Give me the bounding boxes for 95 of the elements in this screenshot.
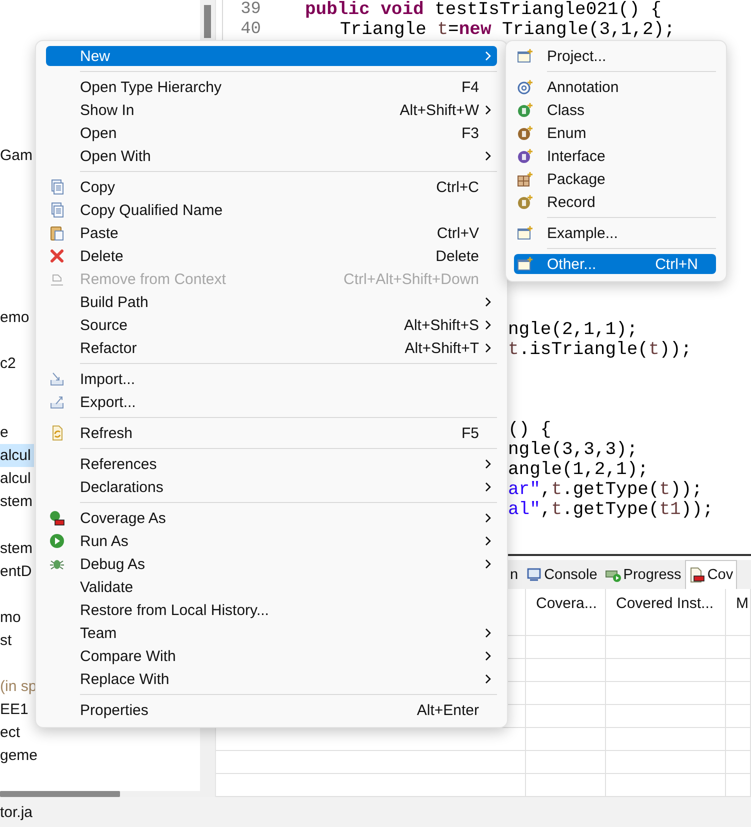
scrollbar-thumb[interactable]: [0, 790, 120, 797]
code-line: Triangle t=new Triangle(3,1,2);: [340, 20, 675, 40]
code-line: angle(1,2,1);: [508, 460, 648, 480]
tree-item[interactable]: emo: [0, 306, 34, 329]
coverage-icon: [49, 510, 65, 526]
tree-item[interactable]: stem: [0, 490, 34, 514]
tree-item[interactable]: e: [0, 421, 34, 444]
menu-item[interactable]: Package: [514, 169, 716, 189]
scrollbar-thumb[interactable]: [204, 5, 211, 38]
menu-item[interactable]: Export...: [46, 392, 497, 412]
menu-item[interactable]: Team: [46, 623, 497, 643]
tree-item[interactable]: stem: [0, 536, 34, 560]
class-icon: [517, 102, 533, 118]
menu-item[interactable]: Build Path: [46, 292, 497, 312]
menu-item[interactable]: Open Type Hierarchy F4: [46, 77, 497, 97]
tree-item[interactable]: alcul: [0, 444, 34, 468]
tree-item[interactable]: Gam: [0, 144, 34, 168]
interface-icon: [517, 148, 533, 164]
menu-item[interactable]: Compare With: [46, 646, 497, 666]
menu-item[interactable]: Declarations: [46, 477, 497, 497]
menu-item[interactable]: Debug As: [46, 554, 497, 574]
run-icon: [49, 533, 65, 549]
package-icon: [517, 171, 533, 187]
console-icon: [526, 567, 542, 583]
record-icon: [517, 194, 533, 210]
code-line: ar",t.getType(t));: [508, 480, 702, 500]
table-cell: [726, 659, 751, 682]
menu-item[interactable]: Source Alt+Shift+S: [46, 315, 497, 335]
menu-item[interactable]: Show In Alt+Shift+W: [46, 100, 497, 120]
panel-tab[interactable]: Console: [522, 560, 602, 589]
code-line: () {: [508, 420, 552, 440]
panel-tab[interactable]: n: [506, 560, 522, 589]
new-window-icon: [517, 225, 533, 241]
menu-item[interactable]: Refactor Alt+Shift+T: [46, 338, 497, 358]
panel-tab[interactable]: Cov: [685, 560, 738, 589]
menu-item[interactable]: Record: [514, 192, 716, 212]
column-header[interactable]: M: [726, 589, 751, 636]
menu-item[interactable]: Annotation: [514, 77, 716, 97]
tree-item[interactable]: EE1: [0, 698, 34, 722]
menu-item[interactable]: Validate: [46, 577, 497, 597]
menu-item[interactable]: Run As: [46, 531, 497, 551]
menu-item[interactable]: Copy Qualified Name: [46, 200, 497, 220]
copy-icon: [49, 179, 65, 195]
menu-item[interactable]: Paste Ctrl+V: [46, 223, 497, 243]
menu-item[interactable]: Project...: [514, 46, 716, 66]
copy-icon: [49, 202, 65, 218]
tree-item[interactable]: st: [0, 628, 34, 652]
table-cell: [726, 682, 751, 705]
menu-item[interactable]: Class: [514, 100, 716, 120]
line-number: 40: [240, 20, 262, 40]
clipboard-icon: [49, 225, 65, 241]
delete-icon: [49, 248, 65, 264]
menu-item[interactable]: Open F3: [46, 123, 497, 143]
menu-item[interactable]: References: [46, 454, 497, 474]
menu-item[interactable]: Coverage As: [46, 508, 497, 528]
line-number: 39: [240, 0, 262, 20]
menu-item[interactable]: Import...: [46, 369, 497, 389]
tree-item[interactable]: ect: [0, 721, 34, 744]
enum-icon: [517, 125, 533, 141]
table-cell: [726, 636, 751, 659]
menu-item[interactable]: Enum: [514, 123, 716, 143]
panel-tab[interactable]: Progress: [601, 560, 686, 589]
export-icon: [49, 394, 65, 410]
menu-item[interactable]: Refresh F5: [46, 423, 497, 443]
menu-item[interactable]: Copy Ctrl+C: [46, 177, 497, 197]
menu-item[interactable]: Interface: [514, 146, 716, 166]
import-icon: [49, 371, 65, 387]
tree-item[interactable]: geme: [0, 744, 38, 768]
new-window-icon: [517, 256, 533, 272]
table-cell: [726, 728, 751, 751]
tree-item[interactable]: c2: [0, 352, 34, 375]
code-line: al",t.getType(t1));: [508, 500, 714, 520]
tree-item[interactable]: alcul: [0, 467, 34, 490]
tree-item[interactable]: mo: [0, 606, 34, 629]
menu-item[interactable]: Delete Delete: [46, 246, 497, 266]
annotation-icon: [517, 79, 533, 95]
column-header[interactable]: Covera...: [526, 589, 606, 636]
menu-item[interactable]: Properties Alt+Enter: [46, 700, 497, 720]
table-cell: [726, 751, 751, 774]
code-line: public void testIsTriangle021() {: [305, 0, 662, 20]
menu-item[interactable]: Example...: [514, 223, 716, 243]
code-line: t.isTriangle(t));: [508, 340, 692, 360]
table-cell: [726, 705, 751, 728]
file-tab[interactable]: tor.ja: [0, 804, 33, 820]
code-line: ngle(3,3,3);: [508, 440, 638, 460]
menu-item[interactable]: Restore from Local History...: [46, 600, 497, 620]
menu-item[interactable]: Other... Ctrl+N: [514, 254, 716, 274]
tree-item[interactable]: entD: [0, 560, 34, 583]
coverage-icon: [689, 567, 706, 583]
column-header[interactable]: Covered Inst...: [606, 589, 726, 636]
code-line: ngle(2,1,1);: [508, 320, 638, 340]
menu-item[interactable]: Open With: [46, 146, 497, 166]
new-window-icon: [517, 48, 533, 64]
menu-item[interactable]: New: [46, 46, 497, 66]
menu-item[interactable]: Replace With: [46, 669, 497, 689]
